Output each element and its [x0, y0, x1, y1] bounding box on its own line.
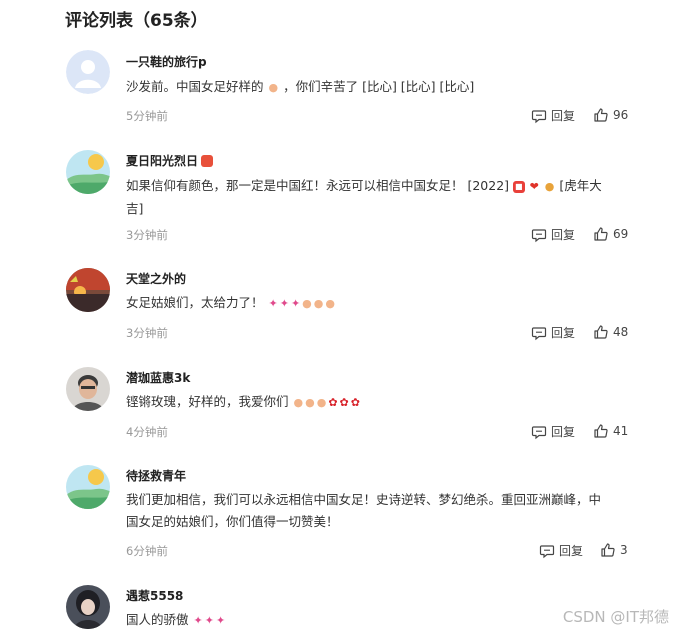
party-popper-emoji-icon: ✦	[279, 297, 289, 310]
comment-bubble-icon	[531, 425, 547, 439]
level-badge-icon	[201, 155, 214, 167]
comment-time: 3分钟前	[126, 228, 168, 242]
like-button[interactable]: 3	[600, 542, 628, 558]
comment-text: 铿锵玫瑰，好样的，我爱你们 ● ● ● ✿ ✿ ✿	[126, 391, 636, 414]
reply-label: 回复	[551, 326, 576, 340]
rose-emoji-icon: ✿	[350, 396, 360, 409]
comment-time: 4分钟前	[126, 425, 168, 439]
thumbs-up-icon	[594, 325, 608, 339]
tiger-emoji-icon: ●	[544, 180, 555, 193]
username[interactable]: 夏日阳光烈日	[126, 152, 214, 169]
comment-list: 一只鞋的旅行p 沙发前。中国女足好样的 ● ，你们辛苦了 [比心] [比心] […	[0, 0, 683, 637]
rose-emoji-icon: ✿	[328, 396, 338, 409]
reply-button[interactable]: 回复	[531, 423, 575, 440]
happy-new-year-sticker-icon: ■	[513, 181, 525, 193]
reply-label: 回复	[559, 544, 584, 558]
like-button[interactable]: 48	[593, 324, 628, 340]
comment-bubble-icon	[531, 109, 547, 123]
thumbs-up-emoji-icon: ●	[302, 297, 312, 310]
thumbs-up-emoji-icon: ●	[293, 396, 304, 409]
landscape-avatar-icon[interactable]	[66, 150, 110, 194]
thumbs-up-emoji-icon: ●	[313, 297, 324, 310]
thumbs-up-icon	[601, 543, 615, 557]
like-count: 96	[613, 108, 629, 122]
comment-text: 我们更加相信，我们可以永远相信中国女足！史诗逆转、梦幻绝杀。重回亚洲巅峰，中 国女…	[126, 492, 602, 529]
reply-label: 回复	[551, 425, 576, 439]
reply-button[interactable]: 回复	[531, 107, 575, 124]
like-count: 3	[620, 543, 628, 557]
reply-button[interactable]: 回复	[531, 226, 575, 243]
thumbs-up-emoji-icon: ●	[305, 396, 315, 409]
girl-photo-avatar-icon[interactable]	[66, 585, 110, 629]
comment-time: 3分钟前	[126, 326, 168, 340]
party-popper-emoji-icon: ✦	[193, 614, 203, 627]
comment-text: 女足姑娘们，太给力了！ ✦ ✦ ✦ ● ● ●	[126, 292, 636, 315]
rose-emoji-icon: ✿	[339, 396, 349, 409]
thumbs-up-icon	[594, 108, 608, 122]
reply-button[interactable]: 回复	[531, 324, 575, 341]
man-photo-avatar-icon[interactable]	[66, 367, 110, 411]
default-avatar-icon[interactable]	[66, 50, 110, 94]
comment-bubble-icon	[531, 326, 547, 340]
thumbs-up-emoji-icon: ●	[325, 297, 335, 310]
like-count: 69	[613, 227, 629, 241]
comment-text: 沙发前。中国女足好样的 ● ，你们辛苦了 [比心] [比心] [比心]	[126, 76, 636, 99]
username[interactable]: 潜珈蓝惠3k	[126, 369, 190, 386]
like-count: 48	[613, 325, 629, 339]
watermark: CSDN @IT邦德	[562, 608, 669, 626]
thumbs-up-emoji-icon: ●	[268, 81, 279, 94]
comment-time: 6分钟前	[126, 544, 168, 558]
username[interactable]: 待拯救青年	[126, 467, 186, 484]
like-button[interactable]: 69	[593, 226, 628, 242]
like-button[interactable]: 96	[593, 107, 628, 123]
party-popper-emoji-icon: ✦	[215, 614, 226, 627]
comment-time: 5分钟前	[126, 109, 168, 123]
comment-bubble-icon	[539, 544, 555, 558]
comment-text: 国人的骄傲 ✦ ✦ ✦	[126, 609, 636, 632]
comment-text: 如果信仰有颜色，那一定是中国红！永远可以相信中国女足！ [2022] ■ ❤ ●…	[126, 178, 602, 216]
party-popper-emoji-icon: ✦	[268, 297, 278, 310]
sunset-avatar-icon[interactable]	[66, 268, 110, 312]
like-button[interactable]: 41	[593, 423, 628, 439]
comment-bubble-icon	[531, 228, 547, 242]
thumbs-up-icon	[594, 227, 608, 241]
username[interactable]: 一只鞋的旅行p	[126, 53, 207, 70]
party-popper-emoji-icon: ✦	[290, 297, 301, 310]
username[interactable]: 天堂之外的	[126, 270, 186, 287]
reply-label: 回复	[551, 228, 576, 242]
thumbs-up-icon	[594, 424, 608, 438]
like-count: 41	[613, 424, 629, 438]
landscape-avatar-icon[interactable]	[66, 465, 110, 509]
username[interactable]: 遇惹5558	[126, 587, 183, 604]
reply-label: 回复	[551, 109, 576, 123]
party-popper-emoji-icon: ✦	[204, 614, 214, 627]
reply-button[interactable]: 回复	[539, 542, 583, 559]
thumbs-up-emoji-icon: ●	[316, 396, 327, 409]
heart-emoji-icon: ❤	[529, 180, 539, 193]
